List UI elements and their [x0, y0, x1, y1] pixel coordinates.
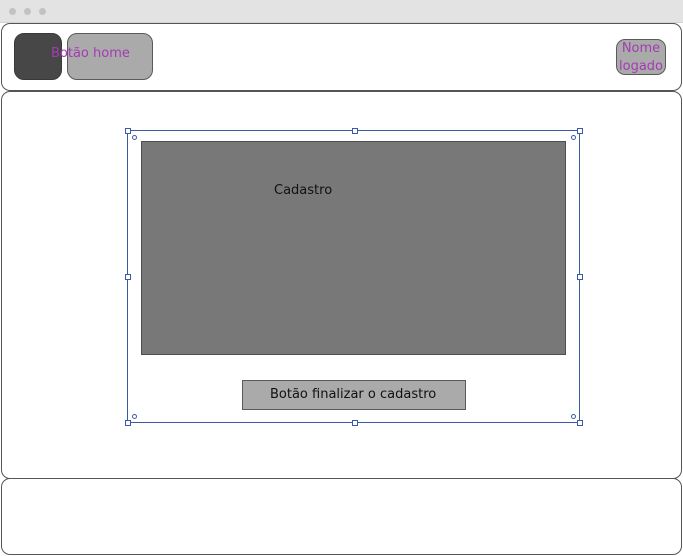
- window-control-dot[interactable]: [24, 8, 31, 15]
- corner-radius-handle[interactable]: [571, 135, 576, 140]
- corner-radius-handle[interactable]: [571, 414, 576, 419]
- logged-user-label: Nome logado: [619, 41, 663, 74]
- registration-form-area[interactable]: [141, 141, 566, 355]
- footer-panel: [1, 478, 682, 555]
- finish-registration-label: Botão finalizar o cadastro: [270, 387, 437, 402]
- finish-registration-button[interactable]: Botão finalizar o cadastro: [242, 380, 466, 410]
- window-titlebar: [0, 0, 683, 23]
- resize-handle[interactable]: [352, 420, 358, 426]
- resize-handle[interactable]: [125, 128, 131, 134]
- window-control-dot[interactable]: [9, 8, 16, 15]
- resize-handle[interactable]: [577, 420, 583, 426]
- resize-handle[interactable]: [577, 128, 583, 134]
- corner-radius-handle[interactable]: [132, 414, 137, 419]
- window-control-dot[interactable]: [39, 8, 46, 15]
- resize-handle[interactable]: [125, 420, 131, 426]
- resize-handle[interactable]: [577, 274, 583, 280]
- resize-handle[interactable]: [125, 274, 131, 280]
- logged-user-button[interactable]: Nome logado: [616, 39, 666, 75]
- corner-radius-handle[interactable]: [132, 135, 137, 140]
- resize-handle[interactable]: [352, 128, 358, 134]
- form-title: Cadastro: [274, 183, 333, 198]
- home-button-label: Botão home: [51, 46, 130, 61]
